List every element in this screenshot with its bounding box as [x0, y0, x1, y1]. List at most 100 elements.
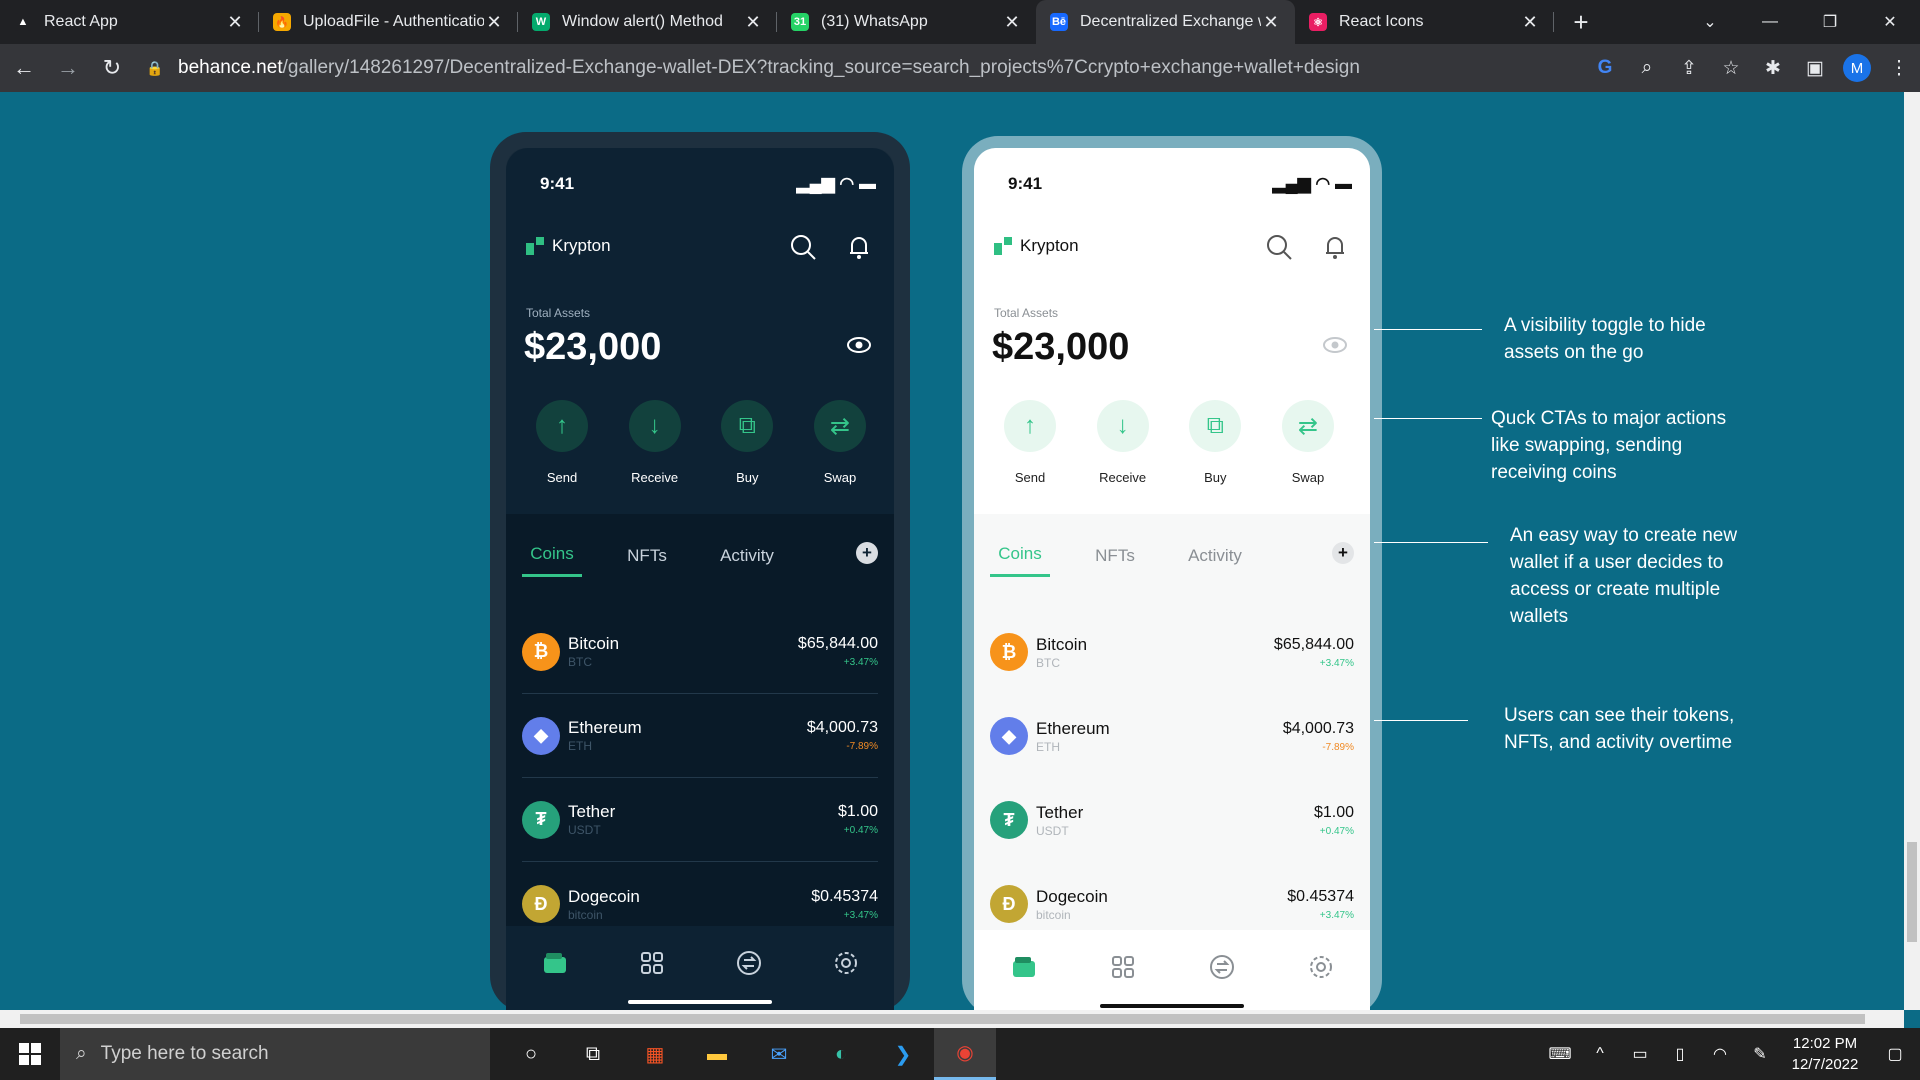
profile-avatar[interactable]: M	[1843, 54, 1871, 82]
swap-button[interactable]: ⇄ Swap	[794, 400, 886, 485]
search-icon[interactable]	[1264, 232, 1294, 262]
back-button[interactable]: ←	[4, 48, 44, 88]
restore-button[interactable]: ❐	[1800, 0, 1860, 44]
wifi-icon[interactable]: ◠	[1700, 1044, 1740, 1064]
coin-row[interactable]: ◆ Ethereum ETH $4,000.73 -7.89%	[522, 694, 878, 778]
scrollbar-thumb[interactable]	[20, 1014, 1865, 1024]
minimize-button[interactable]: —	[1740, 0, 1800, 44]
buy-button[interactable]: ⧉ Buy	[701, 400, 793, 485]
browser-tab[interactable]: 31 (31) WhatsApp ✕	[777, 0, 1036, 44]
browser-tab-bar: ▲ React App ✕ 🔥 UploadFile - Authenticatio ✕ W…	[0, 0, 1920, 44]
settings-icon[interactable]	[831, 948, 861, 978]
chevron-up-icon[interactable]: ^	[1580, 1045, 1620, 1063]
tab-close-icon[interactable]: ✕	[484, 12, 504, 33]
send-button[interactable]: ↑ Send	[516, 400, 608, 485]
vscode-icon[interactable]: ❯	[872, 1028, 934, 1080]
vertical-scrollbar[interactable]	[1904, 92, 1920, 1010]
coin-row[interactable]: ₿ Bitcoin BTC $65,844.00 +3.47%	[522, 610, 878, 694]
tab-close-icon[interactable]: ✕	[225, 12, 245, 33]
wallet-icon[interactable]	[540, 948, 570, 978]
horizontal-scrollbar[interactable]	[0, 1010, 1904, 1028]
keyboard-icon[interactable]: ⌨	[1540, 1044, 1580, 1064]
eye-icon[interactable]	[1322, 335, 1348, 355]
extensions-icon[interactable]: ✱	[1752, 57, 1794, 80]
coin-price: $65,844.00	[1273, 635, 1354, 653]
windows-start-icon[interactable]	[0, 1028, 60, 1080]
coin-row[interactable]: ₿ Bitcoin BTC $65,844.00 +3.47%	[990, 610, 1354, 694]
coin-list: ₿ Bitcoin BTC $65,844.00 +3.47% ◆ Ethereum ETH $…	[990, 610, 1354, 946]
browser-tab[interactable]: ⚛ React Icons ✕	[1295, 0, 1554, 44]
browser-tab[interactable]: ▲ React App ✕	[0, 0, 259, 44]
tab-nfts[interactable]: NFTs	[1070, 546, 1160, 576]
tab-close-icon[interactable]: ✕	[1002, 12, 1022, 33]
cortana-icon[interactable]: ○	[500, 1028, 562, 1080]
reload-button[interactable]: ↻	[92, 48, 132, 88]
new-tab-button[interactable]: +	[1566, 7, 1596, 38]
device-icon[interactable]: ▯	[1660, 1044, 1700, 1064]
bell-icon[interactable]	[1320, 232, 1350, 262]
receive-button[interactable]: ↓ Receive	[1077, 400, 1169, 485]
receive-button[interactable]: ↓ Receive	[609, 400, 701, 485]
pen-icon[interactable]: ✎	[1740, 1044, 1780, 1064]
edge-icon[interactable]: ◐	[810, 1028, 872, 1080]
grid-icon[interactable]	[1108, 952, 1138, 982]
browser-tab[interactable]: Bē Decentralized Exchange wa ✕	[1036, 0, 1295, 44]
chrome-icon[interactable]: ◉	[934, 1028, 996, 1080]
battery-icon[interactable]: ▭	[1620, 1044, 1660, 1064]
browser-tab[interactable]: W Window alert() Method ✕	[518, 0, 777, 44]
scrollbar-thumb[interactable]	[1907, 842, 1917, 942]
settings-icon[interactable]	[1306, 952, 1336, 982]
tab-close-icon[interactable]: ✕	[1261, 12, 1281, 33]
arrow-down-icon: ↓	[628, 400, 681, 452]
swap-button[interactable]: ⇄ Swap	[1262, 400, 1354, 485]
file-explorer-icon[interactable]: ▬	[686, 1028, 748, 1080]
menu-icon[interactable]: ⋮	[1878, 57, 1920, 80]
phone-dark-mockup: 9:41 ▂▄▆ ◠ ▬ Krypton Total Assets $23,00…	[490, 132, 910, 1010]
tab-title: React App	[44, 13, 118, 30]
add-wallet-button[interactable]: +	[856, 542, 878, 564]
browser-tab[interactable]: 🔥 UploadFile - Authenticatio ✕	[259, 0, 518, 44]
tab-coins[interactable]: Coins	[990, 544, 1050, 577]
coin-row[interactable]: ◆ Ethereum ETH $4,000.73 -7.89%	[990, 694, 1354, 778]
annotation-tokens: Users can see their tokens, NFTs, and ac…	[1504, 705, 1735, 753]
close-window-button[interactable]: ✕	[1860, 0, 1920, 44]
coin-row[interactable]: ₮ Tether USDT $1.00 +0.47%	[990, 778, 1354, 862]
tab-close-icon[interactable]: ✕	[743, 12, 763, 33]
task-view-icon[interactable]: ⧉	[562, 1028, 624, 1080]
status-time: 9:41	[540, 174, 575, 193]
wallet-icon[interactable]	[1009, 952, 1039, 982]
search-icon[interactable]	[788, 232, 818, 262]
share-icon[interactable]: ⇪	[1668, 57, 1710, 80]
bell-icon[interactable]	[844, 232, 874, 262]
krypton-logo-icon	[526, 237, 544, 255]
buy-button[interactable]: ⧉ Buy	[1169, 400, 1261, 485]
tab-coins[interactable]: Coins	[522, 544, 582, 577]
tab-nfts[interactable]: NFTs	[602, 546, 692, 576]
coin-symbol: USDT	[1036, 823, 1069, 838]
store-icon[interactable]: ▦	[624, 1028, 686, 1080]
zoom-icon[interactable]: ⌕	[1626, 57, 1668, 79]
taskbar-search-input[interactable]: ⌕ Type here to search	[60, 1028, 490, 1080]
coin-change: +3.47%	[1319, 909, 1354, 921]
send-button[interactable]: ↑ Send	[984, 400, 1076, 485]
address-bar[interactable]: 🔒 behance.net/gallery/148261297/Decentra…	[146, 50, 1546, 86]
side-panel-icon[interactable]: ▣	[1794, 57, 1836, 80]
forward-button[interactable]: →	[48, 48, 88, 88]
notifications-icon[interactable]: ▢	[1870, 1044, 1920, 1064]
exchange-icon[interactable]	[734, 948, 764, 978]
add-wallet-button[interactable]: +	[1332, 542, 1354, 564]
grid-icon[interactable]	[637, 948, 667, 978]
bookmark-star-icon[interactable]: ☆	[1710, 57, 1752, 80]
google-icon[interactable]: G	[1584, 57, 1626, 79]
tab-activity[interactable]: Activity	[702, 546, 792, 576]
exchange-icon[interactable]	[1207, 952, 1237, 982]
tab-activity[interactable]: Activity	[1170, 546, 1260, 576]
tab-search-icon[interactable]: ⌄	[1680, 0, 1740, 44]
eye-icon[interactable]	[846, 335, 872, 355]
mail-icon[interactable]: ✉	[748, 1028, 810, 1080]
coin-name: Bitcoin	[1036, 634, 1088, 654]
tab-close-icon[interactable]: ✕	[1520, 12, 1540, 33]
coin-row[interactable]: ₮ Tether USDT $1.00 +0.47%	[522, 778, 878, 862]
browser-toolbar: ← → ↻ 🔒 behance.net/gallery/148261297/De…	[0, 44, 1920, 92]
taskbar-clock[interactable]: 12:02 PM 12/7/2022	[1780, 1033, 1870, 1075]
